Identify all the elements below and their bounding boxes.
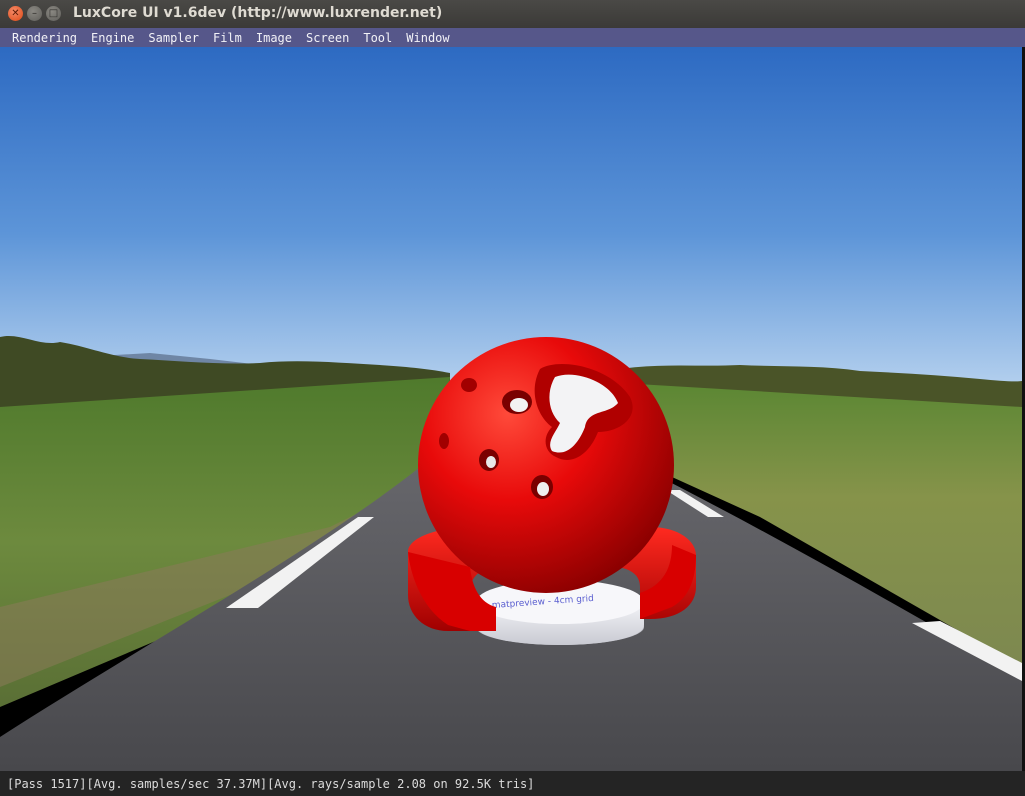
sky <box>0 47 1022 387</box>
menu-engine[interactable]: Engine <box>91 31 134 45</box>
window-title: LuxCore UI v1.6dev (http://www.luxrender… <box>73 5 443 21</box>
status-bar: [Pass 1517][Avg. samples/sec 37.37M][Avg… <box>0 771 1025 796</box>
menu-film[interactable]: Film <box>213 31 242 45</box>
menu-sampler[interactable]: Sampler <box>148 31 199 45</box>
render-viewport[interactable]: matpreview - 4cm grid <box>0 47 1022 771</box>
sphere-hole-1-core <box>510 398 528 412</box>
menu-bar: Rendering Engine Sampler Film Image Scre… <box>0 28 1025 47</box>
menu-tool[interactable]: Tool <box>363 31 392 45</box>
menu-rendering[interactable]: Rendering <box>12 31 77 45</box>
title-bar[interactable]: ✕ – □ LuxCore UI v1.6dev (http://www.lux… <box>0 0 1025 28</box>
sphere-hole-3-core <box>537 482 549 496</box>
sphere-hole-4 <box>461 378 477 392</box>
close-icon[interactable]: ✕ <box>8 6 23 21</box>
menu-image[interactable]: Image <box>256 31 292 45</box>
render-stats: [Pass 1517][Avg. samples/sec 37.37M][Avg… <box>7 777 535 791</box>
window-controls: ✕ – □ <box>8 6 61 21</box>
menu-window[interactable]: Window <box>406 31 449 45</box>
sphere-hole-5 <box>439 433 449 449</box>
sphere-hole-2-core <box>486 456 496 468</box>
render-image: matpreview - 4cm grid <box>0 47 1022 771</box>
menu-screen[interactable]: Screen <box>306 31 349 45</box>
maximize-icon[interactable]: □ <box>46 6 61 21</box>
minimize-icon[interactable]: – <box>27 6 42 21</box>
